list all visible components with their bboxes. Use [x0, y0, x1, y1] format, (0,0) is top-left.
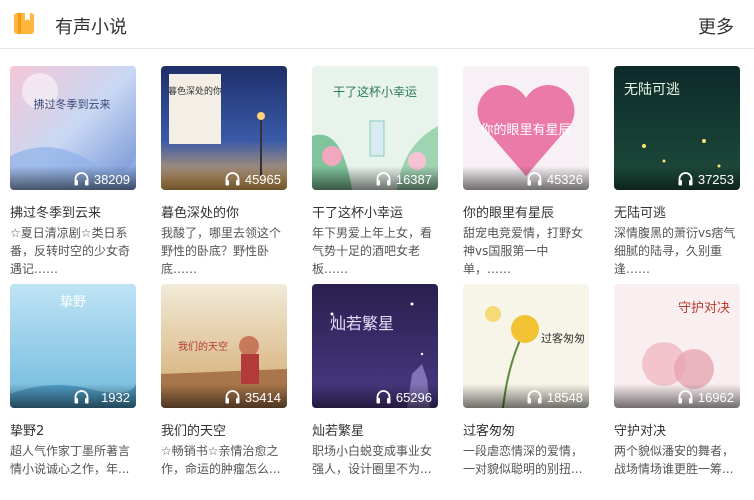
book-icon — [14, 13, 34, 34]
play-count: 16387 — [395, 172, 432, 187]
book-description: 深情腹黑的萧衍vs痞气细腻的陆寻，久别重逢…… — [614, 226, 736, 276]
play-count: 35414 — [244, 390, 281, 405]
cover-title: 无陆可逃 — [624, 82, 680, 98]
book-cover[interactable]: 挚野 1932 — [10, 284, 136, 408]
book-description: 年下男爱上年上女，看气势十足的酒吧女老板…… — [312, 226, 433, 276]
play-count: 45965 — [244, 172, 281, 187]
headphones-icon — [678, 172, 693, 186]
headphones-icon — [74, 390, 89, 404]
more-link[interactable]: 更多 — [698, 13, 734, 39]
book-description: 甜宠电竞爱情，打野女神vs国服第一中单，…… — [463, 226, 584, 276]
headphones-icon — [74, 172, 89, 186]
headphones-icon — [527, 390, 542, 404]
headphones-icon — [225, 390, 240, 404]
book-cover[interactable]: 过客匆匆 18548 — [463, 284, 589, 408]
book-title[interactable]: 你的眼里有星辰 — [463, 202, 603, 221]
section-title: 有声小说 — [55, 17, 127, 38]
book-description: ☆夏日清凉剧☆类日系番，反转时空的少女奇遇记…… — [10, 226, 131, 276]
book-cover[interactable]: 暮色深处的你 45965 — [161, 66, 287, 190]
book-cover[interactable]: 守护对决 16962 — [614, 284, 740, 408]
book-title[interactable]: 守护对决 — [614, 420, 754, 439]
book-title[interactable]: 灿若繁星 — [312, 420, 452, 439]
book-description: 我酸了，哪里去领这个野性的卧底？野性卧底…… — [161, 226, 282, 276]
book-title[interactable]: 暮色深处的你 — [161, 202, 301, 221]
cover-title: 我们的天空 — [178, 340, 228, 353]
play-count-bar: 65296 — [312, 384, 438, 408]
book-description: 两个貌似潘安的舞者，战场情场谁更胜一筹... — [614, 444, 735, 476]
cover-title: 你的眼里有星辰 — [480, 122, 571, 138]
cover-title: 挚野 — [60, 295, 86, 310]
book-cover[interactable]: 拂过冬季到云来 38209 — [10, 66, 136, 190]
headphones-icon — [225, 172, 240, 186]
play-count-bar: 35414 — [161, 384, 287, 408]
headphones-icon — [527, 172, 542, 186]
book-title[interactable]: 过客匆匆 — [463, 420, 603, 439]
headphones-icon — [376, 172, 391, 186]
book-title[interactable]: 无陆可逃 — [614, 202, 754, 221]
play-count: 1932 — [101, 390, 130, 405]
book-cover[interactable]: 干了这杯小幸运 16387 — [312, 66, 438, 190]
cover-title: 守护对决 — [678, 301, 730, 316]
play-count: 38209 — [93, 172, 130, 187]
book-title[interactable]: 挚野2 — [10, 420, 150, 439]
book-title[interactable]: 我们的天空 — [161, 420, 301, 439]
book-description: 超人气作家丁墨所著言情小说诚心之作，年... — [10, 444, 131, 476]
cover-title: 过客匆匆 — [541, 331, 585, 345]
cover-title: 干了这杯小幸运 — [333, 84, 417, 99]
book-title[interactable]: 拂过冬季到云来 — [10, 202, 150, 221]
book-cover[interactable]: 我们的天空 35414 — [161, 284, 287, 408]
play-count-bar: 45326 — [463, 166, 589, 190]
play-count: 16962 — [697, 390, 734, 405]
play-count-bar: 37253 — [614, 166, 740, 190]
book-cover[interactable]: 你的眼里有星辰 45326 — [463, 66, 589, 190]
play-count-bar: 18548 — [463, 384, 589, 408]
cover-title: 灿若繁星 — [330, 314, 394, 333]
play-count: 37253 — [697, 172, 734, 187]
play-count: 45326 — [546, 172, 583, 187]
play-count-bar: 16962 — [614, 384, 740, 408]
book-description: 职场小白蜕变成事业女强人，设计圈里不为... — [312, 444, 433, 476]
headphones-icon — [678, 390, 693, 404]
play-count: 65296 — [395, 390, 432, 405]
headphones-icon — [376, 390, 391, 404]
book-description: 一段虐恋情深的爱情，一对貌似聪明的别扭... — [463, 444, 584, 476]
play-count: 18548 — [546, 390, 583, 405]
book-title[interactable]: 干了这杯小幸运 — [312, 202, 452, 221]
play-count-bar: 1932 — [10, 384, 136, 408]
play-count-bar: 45965 — [161, 166, 287, 190]
section-header: 有声小说 更多 — [0, 0, 754, 49]
book-cover[interactable]: 灿若繁星 65296 — [312, 284, 438, 408]
book-description: ☆畅销书☆亲情治愈之作，命运的肿瘤怎么... — [161, 444, 281, 476]
book-cover[interactable]: 无陆可逃 37253 — [614, 66, 740, 190]
play-count-bar: 38209 — [10, 166, 136, 190]
play-count-bar: 16387 — [312, 166, 438, 190]
cover-title: 拂过冬季到云来 — [34, 97, 111, 111]
cover-title: 暮色深处的你 — [168, 85, 222, 97]
